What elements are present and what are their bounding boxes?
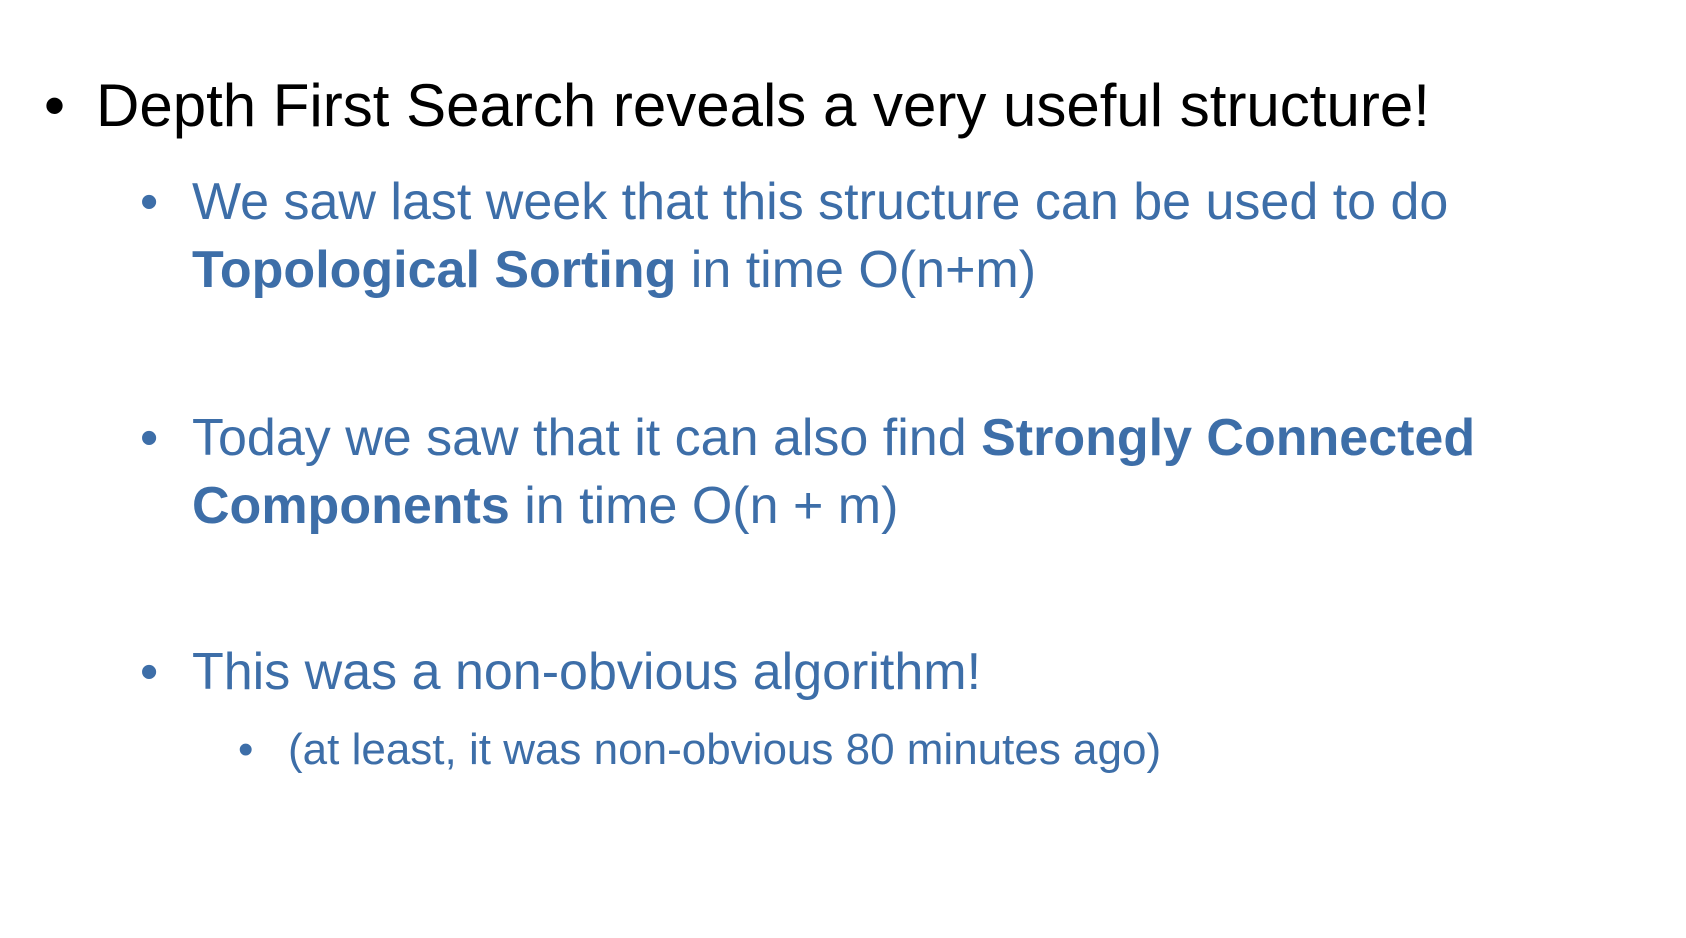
sub-sub-point-80-minutes-ago: • (at least, it was non-obvious 80 minut… (238, 722, 1638, 778)
main-point-text: Depth First Search reveals a very useful… (96, 72, 1430, 139)
main-bullet-point: • Depth First Search reveals a very usef… (44, 68, 1664, 144)
sub-point-text: This was a non-obvious algorithm! (192, 643, 982, 701)
sub-point-text: Today we saw that it can also find Stron… (192, 404, 1660, 540)
bullet-marker: • (44, 72, 66, 139)
bullet-marker: • (140, 643, 159, 701)
bullet-marker: • (238, 725, 254, 774)
sub-point-text-before: We saw last week that this structure can… (192, 173, 1449, 231)
topological-sorting-term: Topological Sorting (192, 241, 677, 299)
sub-point-non-obvious-algorithm: • This was a non-obvious algorithm! (140, 638, 1660, 706)
bullet-marker: • (140, 409, 159, 467)
sub-point-text-after: in time O(n + m) (509, 477, 899, 535)
sub-point-strongly-connected-components: • Today we saw that it can also find Str… (140, 404, 1660, 540)
sub-sub-point-text: (at least, it was non-obvious 80 minutes… (288, 725, 1162, 774)
sub-point-topological-sorting: • We saw last week that this structure c… (140, 168, 1660, 304)
sub-point-text-before: Today we saw that it can also find (192, 409, 982, 467)
slide: • Depth First Search reveals a very usef… (0, 0, 1686, 938)
sub-point-text-after: in time O(n+m) (676, 241, 1037, 299)
sub-point-text: We saw last week that this structure can… (192, 168, 1660, 304)
bullet-marker: • (140, 173, 159, 231)
